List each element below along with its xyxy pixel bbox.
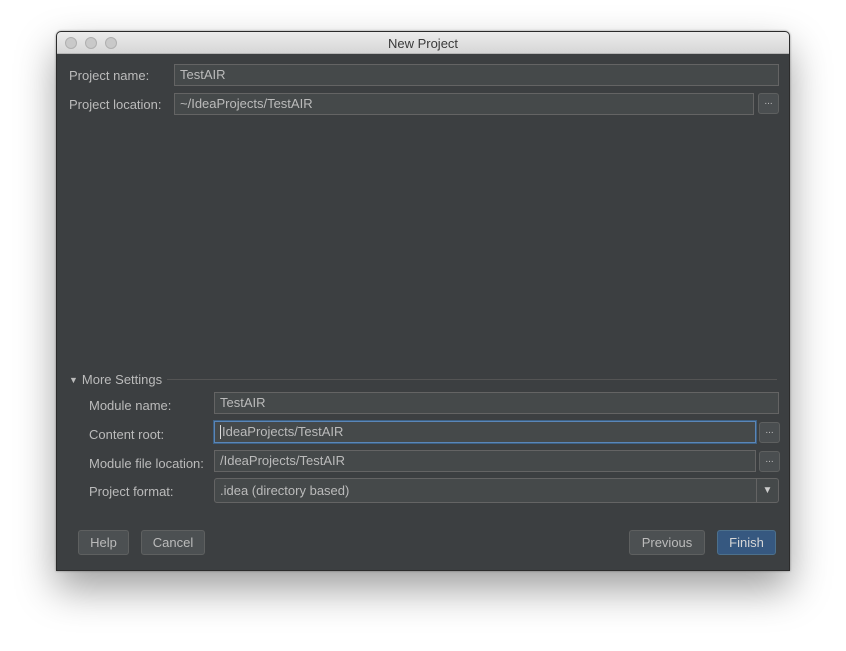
previous-button[interactable]: Previous [629, 530, 705, 555]
project-location-label: Project location: [69, 97, 162, 112]
help-button[interactable]: Help [78, 530, 129, 555]
project-format-label: Project format: [89, 484, 174, 499]
finish-button[interactable]: Finish [717, 530, 776, 555]
dropdown-arrow-icon[interactable]: ▼ [756, 479, 778, 502]
module-file-location-field[interactable]: /IdeaProjects/TestAIR [214, 450, 756, 472]
module-file-location-browse-button[interactable]: ... [759, 451, 780, 472]
module-name-label: Module name: [89, 398, 172, 413]
window-title: New Project [387, 36, 459, 51]
content-root-value: IdeaProjects/TestAIR [222, 424, 344, 439]
more-settings-toggle[interactable]: ▼ More Settings [69, 372, 162, 387]
text-caret [220, 425, 221, 439]
project-format-value: .idea (directory based) [220, 483, 350, 498]
project-location-field[interactable]: ~/IdeaProjects/TestAIR [174, 93, 754, 115]
module-file-location-label: Module file location: [89, 456, 204, 471]
title-bar[interactable]: New Project [57, 32, 789, 54]
more-settings-divider [167, 379, 777, 380]
content-root-browse-button[interactable]: ... [759, 422, 780, 443]
module-name-field[interactable]: TestAIR [214, 392, 779, 414]
new-project-dialog: New Project Project name: TestAIR Projec… [56, 31, 790, 571]
cancel-button[interactable]: Cancel [141, 530, 205, 555]
more-settings-label: More Settings [81, 372, 163, 387]
project-location-browse-button[interactable]: ... [758, 93, 779, 114]
triangle-down-icon: ▼ [69, 375, 78, 385]
project-name-field[interactable]: TestAIR [174, 64, 779, 86]
content-root-label: Content root: [89, 427, 165, 442]
project-name-label: Project name: [69, 68, 150, 83]
project-format-select[interactable]: .idea (directory based) ▼ [214, 478, 779, 503]
content-root-field[interactable]: IdeaProjects/TestAIR [214, 421, 756, 443]
